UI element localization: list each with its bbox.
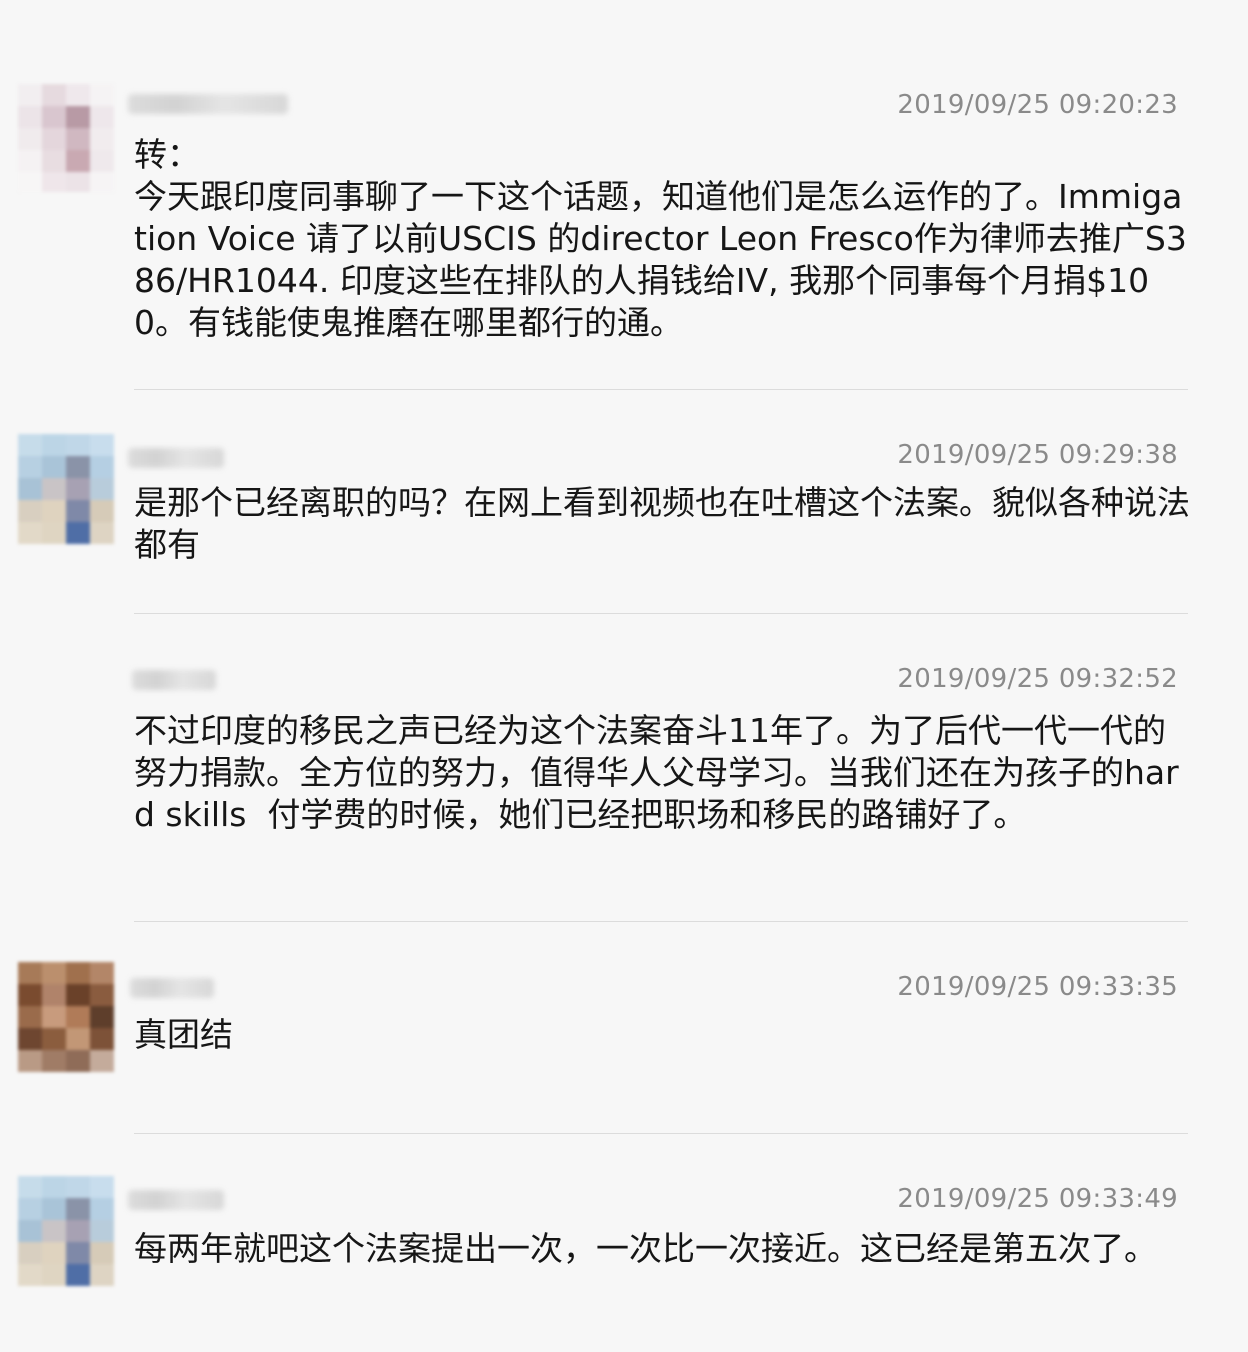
message-text: 真团结 [134, 1015, 233, 1054]
message-timestamp: 2019/09/25 09:33:49 [897, 1184, 1178, 1214]
user-avatar-icon[interactable] [18, 1176, 114, 1292]
message-divider [134, 1133, 1188, 1134]
user-avatar-icon[interactable] [18, 84, 114, 192]
message-text: 每两年就吧这个法案提出一次，一次比一次接近。这已经是第五次了。 [134, 1229, 1157, 1268]
message-text: 是那个已经离职的吗？在网上看到视频也在吐槽这个法案。貌似各种说法都有 [134, 483, 1190, 564]
message-divider [134, 921, 1188, 922]
message-text: 转： 今天跟印度同事聊了一下这个话题，知道他们是怎么运作的了。Immigatio… [134, 135, 1187, 342]
message-divider [134, 613, 1188, 614]
message-timestamp: 2019/09/25 09:32:52 [897, 664, 1178, 694]
username-blurred[interactable] [128, 94, 288, 114]
message-timestamp: 2019/09/25 09:20:23 [897, 90, 1178, 120]
username-blurred[interactable] [128, 1190, 224, 1210]
user-avatar-icon[interactable] [18, 962, 114, 1078]
user-avatar-icon[interactable] [18, 434, 114, 550]
username-blurred[interactable] [130, 978, 214, 998]
message-divider [134, 389, 1188, 390]
message-timestamp: 2019/09/25 09:29:38 [897, 440, 1178, 470]
username-blurred[interactable] [128, 448, 224, 468]
username-blurred[interactable] [132, 670, 216, 690]
message-text: 不过印度的移民之声已经为这个法案奋斗11年了。为了后代一代一代的努力捐款。全方位… [134, 711, 1179, 834]
message-timestamp: 2019/09/25 09:33:35 [897, 972, 1178, 1002]
